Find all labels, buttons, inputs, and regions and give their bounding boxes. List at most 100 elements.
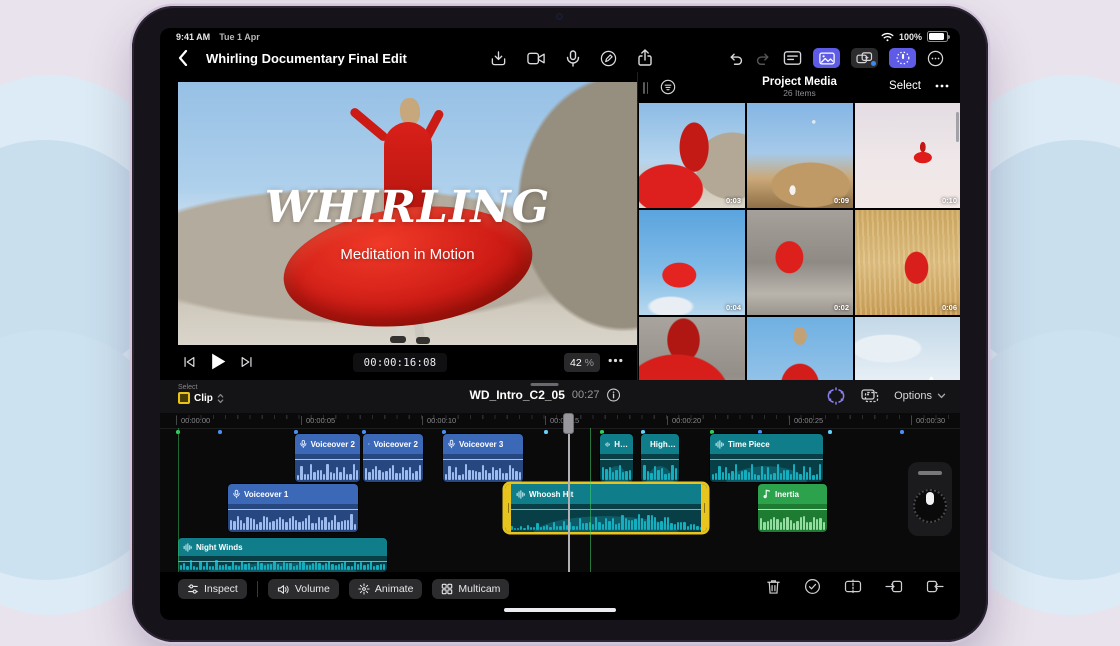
media-thumbnail[interactable]: 0:02 — [747, 210, 853, 315]
animate-button[interactable]: Animate — [349, 579, 423, 599]
timeline-ruler[interactable]: 00:00:00 00:00:05 00:00:10 00:00:15 00:0… — [160, 413, 960, 429]
selected-clip-name: WD_Intro_C2_05 — [470, 388, 565, 402]
clip-duration-badge: 0:03 — [726, 196, 741, 205]
zoom-level-button[interactable]: 42% — [564, 353, 600, 372]
playhead[interactable] — [563, 413, 574, 434]
marker-dot — [218, 430, 222, 434]
playback-controls: 00:00:16:08 42% — [160, 345, 637, 380]
media-scrollbar[interactable] — [956, 112, 959, 142]
playhead-line — [568, 413, 570, 572]
media-browser-panel: Project Media 26 Items Select 0:03 0:09 … — [637, 72, 960, 380]
video-title-overlay: WHIRLING — [178, 182, 637, 233]
timeline-clip[interactable]: Voiceover 2 — [295, 434, 360, 482]
marker-dot — [900, 430, 904, 434]
selected-clip-info: WD_Intro_C2_05 00:27 — [470, 380, 621, 402]
timeline-clip[interactable]: Inertia — [758, 484, 827, 532]
timeline-clip[interactable]: Voiceover 1 — [228, 484, 358, 532]
media-more-button[interactable] — [935, 84, 949, 88]
pencil-tool-icon[interactable] — [600, 50, 617, 67]
filter-button[interactable] — [660, 79, 676, 95]
media-thumbnail[interactable] — [639, 317, 745, 380]
panel-resize-handle[interactable] — [643, 82, 648, 94]
tool-selector[interactable]: Select Clip — [178, 383, 224, 404]
select-button[interactable]: Select — [889, 80, 921, 92]
insert-clip-button[interactable] — [885, 579, 903, 594]
marker-dot — [641, 430, 645, 434]
video-preview: WHIRLING Meditation in Motion — [178, 82, 637, 345]
back-button[interactable] — [178, 50, 194, 66]
timeline-clip[interactable]: High… — [641, 434, 679, 482]
chevron-down-icon — [937, 393, 946, 399]
jog-wheel-toggle-button[interactable] — [889, 48, 916, 68]
clip-duration-badge: 0:06 — [942, 303, 957, 312]
media-panel-header: Project Media 26 Items Select — [638, 72, 960, 104]
timeline-clip-selected[interactable]: Whoosh Hit — [505, 484, 707, 532]
timeline: 00:00:00 00:00:05 00:00:10 00:00:15 00:0… — [160, 413, 960, 572]
clip-appearance-button[interactable] — [860, 388, 880, 404]
marker-dot — [442, 430, 446, 434]
trim-handle-left[interactable] — [505, 484, 511, 532]
clip-tool-icon — [178, 392, 190, 404]
play-button[interactable] — [210, 352, 227, 371]
timeline-clip[interactable]: Night Winds — [178, 538, 387, 572]
overwrite-clip-button[interactable] — [926, 579, 944, 594]
chevron-up-down-icon — [217, 393, 224, 404]
timeline-drag-handle[interactable] — [531, 383, 559, 386]
media-thumbnail[interactable]: 0:10 — [855, 103, 960, 208]
undo-button[interactable] — [727, 50, 744, 67]
timeline-clip[interactable]: H… — [600, 434, 633, 482]
media-thumbnail[interactable] — [747, 317, 853, 380]
media-thumbnail[interactable]: 0:04 — [639, 210, 745, 315]
options-button[interactable]: Options — [894, 390, 946, 402]
timeline-start-line — [178, 428, 179, 572]
app-toolbar: Whirling Documentary Final Edit — [160, 45, 960, 72]
home-indicator[interactable] — [504, 608, 616, 612]
effects-browser-button[interactable] — [851, 48, 878, 68]
battery-percent: 100% — [899, 32, 922, 42]
media-thumbnail[interactable]: 0:06 — [855, 210, 960, 315]
timeline-clip[interactable]: Time Piece — [710, 434, 823, 482]
timeline-toolbar: Select Clip WD_Intro_C2_05 00:27 — [160, 380, 960, 414]
inspect-button[interactable]: Inspect — [178, 579, 247, 599]
ruler-label: 00:00:30 — [911, 416, 945, 425]
delete-button[interactable] — [766, 578, 781, 595]
share-icon[interactable] — [637, 49, 653, 67]
clip-duration-badge: 0:09 — [834, 196, 849, 205]
timecode-display[interactable]: 00:00:16:08 — [353, 353, 447, 372]
ruler-label: 00:00:05 — [301, 416, 335, 425]
media-library-button[interactable] — [813, 48, 840, 68]
clip-duration-badge: 0:10 — [942, 196, 957, 205]
split-clip-button[interactable] — [844, 579, 862, 594]
trim-handle-right[interactable] — [701, 484, 707, 532]
skip-forward-button[interactable] — [240, 355, 254, 369]
jog-wheel[interactable] — [908, 462, 952, 536]
clip-duration-badge: 0:04 — [726, 303, 741, 312]
more-options-button[interactable] — [927, 50, 944, 67]
jog-wheel-handle — [918, 471, 942, 475]
clip-duration-badge: 0:02 — [834, 303, 849, 312]
media-thumbnail[interactable]: 0:09 — [747, 103, 853, 208]
clip-info-button[interactable] — [606, 388, 620, 402]
marker-dot — [544, 430, 548, 434]
done-check-button[interactable] — [804, 578, 821, 595]
ruler-label: 00:00:20 — [667, 416, 701, 425]
skip-back-button[interactable] — [182, 355, 196, 369]
marker-dot — [600, 430, 604, 434]
media-thumbnail[interactable]: 0:03 — [639, 103, 745, 208]
timeline-clip[interactable]: Voiceover 3 — [443, 434, 523, 482]
record-voiceover-icon[interactable] — [566, 50, 580, 67]
multicam-button[interactable]: Multicam — [432, 579, 509, 599]
bottom-toolbar: Inspect Volume Animate Multicam — [160, 572, 960, 608]
redo-button[interactable] — [755, 50, 772, 67]
media-thumbnail[interactable] — [855, 317, 960, 380]
magnetic-timeline-button[interactable] — [826, 387, 846, 405]
ruler-label: 00:00:10 — [422, 416, 456, 425]
viewer-more-button[interactable] — [608, 358, 623, 363]
record-video-icon[interactable] — [527, 51, 546, 66]
dervish-shoe — [390, 336, 406, 343]
volume-button[interactable]: Volume — [268, 579, 339, 599]
wifi-icon — [881, 32, 894, 42]
import-media-button[interactable] — [490, 50, 507, 67]
browser-toggle-button[interactable] — [783, 50, 802, 66]
timeline-clip[interactable]: Voiceover 2 — [363, 434, 423, 482]
